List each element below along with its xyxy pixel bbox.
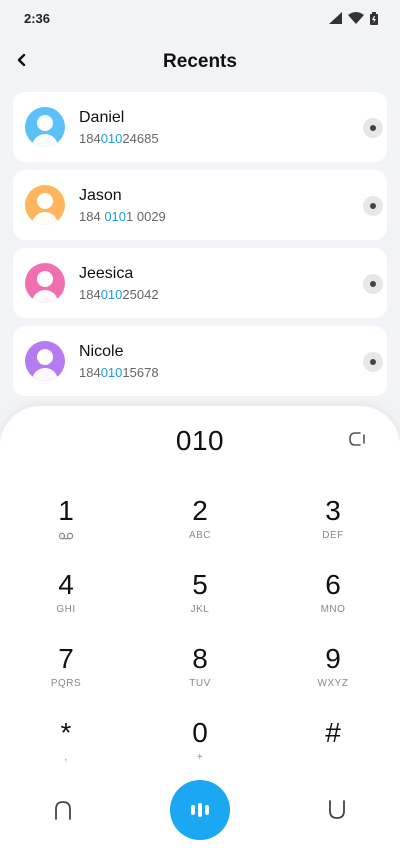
back-button[interactable] (10, 48, 34, 72)
key-digit: 4 (58, 569, 74, 600)
contact-info-button[interactable] (363, 274, 383, 294)
contact-row-nicole[interactable]: Nicole 18401015678 (13, 326, 387, 396)
key-digit: 1 (58, 495, 74, 526)
key-8[interactable]: 8 TUV (155, 642, 245, 708)
avatar (25, 341, 65, 381)
contact-info-button[interactable] (363, 196, 383, 216)
contact-number: 18401015678 (79, 364, 159, 380)
key-hash[interactable]: # (288, 716, 378, 782)
key-letters: , (64, 752, 68, 763)
contact-info-button[interactable] (363, 118, 383, 138)
app-header: Recents (0, 36, 400, 88)
key-digit: 2 (192, 495, 208, 526)
contact-number: 184 0101 0029 (79, 208, 166, 224)
key-4[interactable]: 4 GHI (21, 568, 111, 634)
key-letters: GHI (56, 604, 76, 615)
contact-name: Daniel (79, 108, 125, 126)
sim-right-button[interactable] (325, 798, 349, 822)
voice-icon-bar (198, 803, 202, 817)
contact-row-jeesica[interactable]: Jeesica 18401025042 (13, 248, 387, 318)
contact-row-daniel[interactable]: Daniel 18401024685 (13, 92, 387, 162)
dial-number-input[interactable]: 010 (176, 425, 224, 457)
key-3[interactable]: 3 DEF (288, 494, 378, 560)
key-digit: 9 (325, 643, 341, 674)
contact-number: 18401024685 (79, 130, 159, 146)
key-digit: 3 (325, 495, 341, 526)
contact-name: Nicole (79, 342, 124, 360)
avatar (25, 185, 65, 225)
key-9[interactable]: 9 WXYZ (288, 642, 378, 708)
page-title: Recents (163, 51, 237, 72)
dialer-panel: 010 1 2 ABC 3 DEF 4 GHI 5 JKL 6 MNO 7 PQ… (0, 406, 400, 866)
key-digit: * (60, 717, 72, 748)
sim-left-button[interactable] (51, 798, 75, 822)
contact-info-button[interactable] (363, 352, 383, 372)
key-letters: JKL (190, 604, 210, 615)
key-digit: # (325, 717, 341, 748)
key-1[interactable]: 1 (21, 494, 111, 560)
key-digit: 8 (192, 643, 208, 674)
call-button[interactable] (170, 780, 230, 840)
contact-name: Jason (79, 186, 122, 204)
status-time: 2:36 (24, 10, 51, 26)
key-digit: 5 (192, 569, 208, 600)
dial-display: 010 (0, 422, 400, 460)
backspace-button[interactable] (346, 430, 368, 448)
cup-icon (329, 800, 345, 819)
status-icons (329, 11, 378, 25)
signal-icon (329, 12, 342, 24)
status-bar: 2:36 (0, 0, 400, 36)
voicemail-icon (58, 532, 74, 540)
key-2[interactable]: 2 ABC (155, 494, 245, 560)
key-5[interactable]: 5 JKL (155, 568, 245, 634)
contact-name: Jeesica (79, 264, 134, 282)
contact-number: 18401025042 (79, 286, 159, 302)
key-letters: ABC (188, 530, 212, 541)
recents-list: Daniel 18401024685 Jason 184 0101 0029 J… (13, 92, 387, 404)
key-star[interactable]: * , (21, 716, 111, 782)
battery-icon (370, 11, 378, 25)
voice-icon-bar (205, 805, 209, 815)
key-letters: WXYZ (317, 678, 349, 689)
key-6[interactable]: 6 MNO (288, 568, 378, 634)
voice-icon (191, 805, 195, 815)
dialer-actions (0, 776, 400, 846)
backspace-icon (349, 432, 365, 446)
key-digit: 0 (192, 717, 208, 748)
key-letters: PQRS (50, 678, 82, 689)
key-letters: MNO (320, 604, 346, 615)
key-letters: + (196, 752, 204, 763)
arch-icon (55, 801, 71, 820)
key-digit: 6 (325, 569, 341, 600)
key-digit: 7 (58, 643, 74, 674)
contact-row-jason[interactable]: Jason 184 0101 0029 (13, 170, 387, 240)
back-arrow-icon (17, 54, 26, 66)
avatar (25, 107, 65, 147)
key-letters: TUV (189, 678, 211, 689)
wifi-icon (348, 12, 364, 24)
key-0[interactable]: 0 + (155, 716, 245, 782)
avatar (25, 263, 65, 303)
key-7[interactable]: 7 PQRS (21, 642, 111, 708)
key-letters: DEF (322, 530, 344, 541)
